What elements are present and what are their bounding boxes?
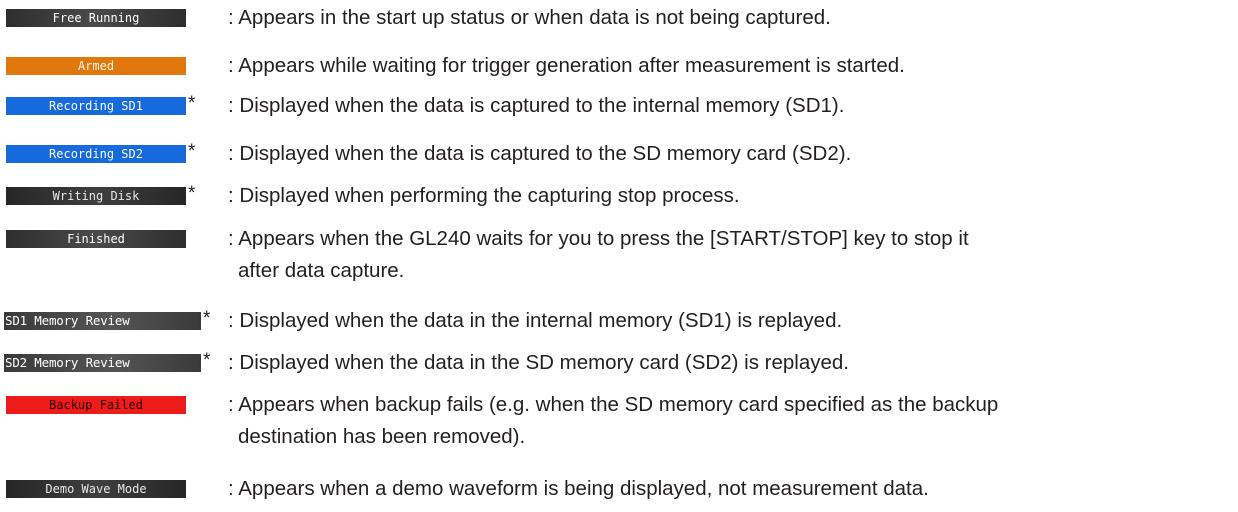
backup-failed-description-cont: destination has been removed). <box>238 425 526 448</box>
recording-sd1-description: : Displayed when the data is captured to… <box>228 94 845 117</box>
sd1-memory-review-asterisk: * <box>203 308 211 329</box>
free-running-description: : Appears in the start up status or when… <box>228 6 831 29</box>
sd1-memory-review-description: : Displayed when the data in the interna… <box>228 309 843 332</box>
sd1-memory-review-badge: SD1 Memory Review <box>4 312 201 330</box>
sd2-memory-review-badge: SD2 Memory Review <box>4 354 201 372</box>
free-running-badge: Free Running <box>6 9 186 27</box>
armed-badge: Armed <box>6 57 186 75</box>
recording-sd2-badge: Recording SD2 <box>6 145 186 163</box>
writing-disk-badge: Writing Disk <box>6 187 186 205</box>
writing-disk-asterisk: * <box>188 183 196 204</box>
recording-sd2-asterisk: * <box>188 141 196 162</box>
writing-disk-description: : Displayed when performing the capturin… <box>228 184 740 207</box>
sd2-memory-review-asterisk: * <box>203 350 211 371</box>
recording-sd2-description: : Displayed when the data is captured to… <box>228 142 852 165</box>
demo-wave-mode-badge: Demo Wave Mode <box>6 480 186 498</box>
backup-failed-description: : Appears when backup fails (e.g. when t… <box>228 393 999 416</box>
demo-wave-mode-description: : Appears when a demo waveform is being … <box>228 477 929 500</box>
finished-description: : Appears when the GL240 waits for you t… <box>228 227 969 250</box>
backup-failed-badge: Backup Failed <box>6 396 186 414</box>
finished-description-cont: after data capture. <box>238 259 405 282</box>
armed-description: : Appears while waiting for trigger gene… <box>228 54 905 77</box>
sd2-memory-review-description: : Displayed when the data in the SD memo… <box>228 351 849 374</box>
finished-badge: Finished <box>6 230 186 248</box>
recording-sd1-asterisk: * <box>188 93 196 114</box>
recording-sd1-badge: Recording SD1 <box>6 97 186 115</box>
